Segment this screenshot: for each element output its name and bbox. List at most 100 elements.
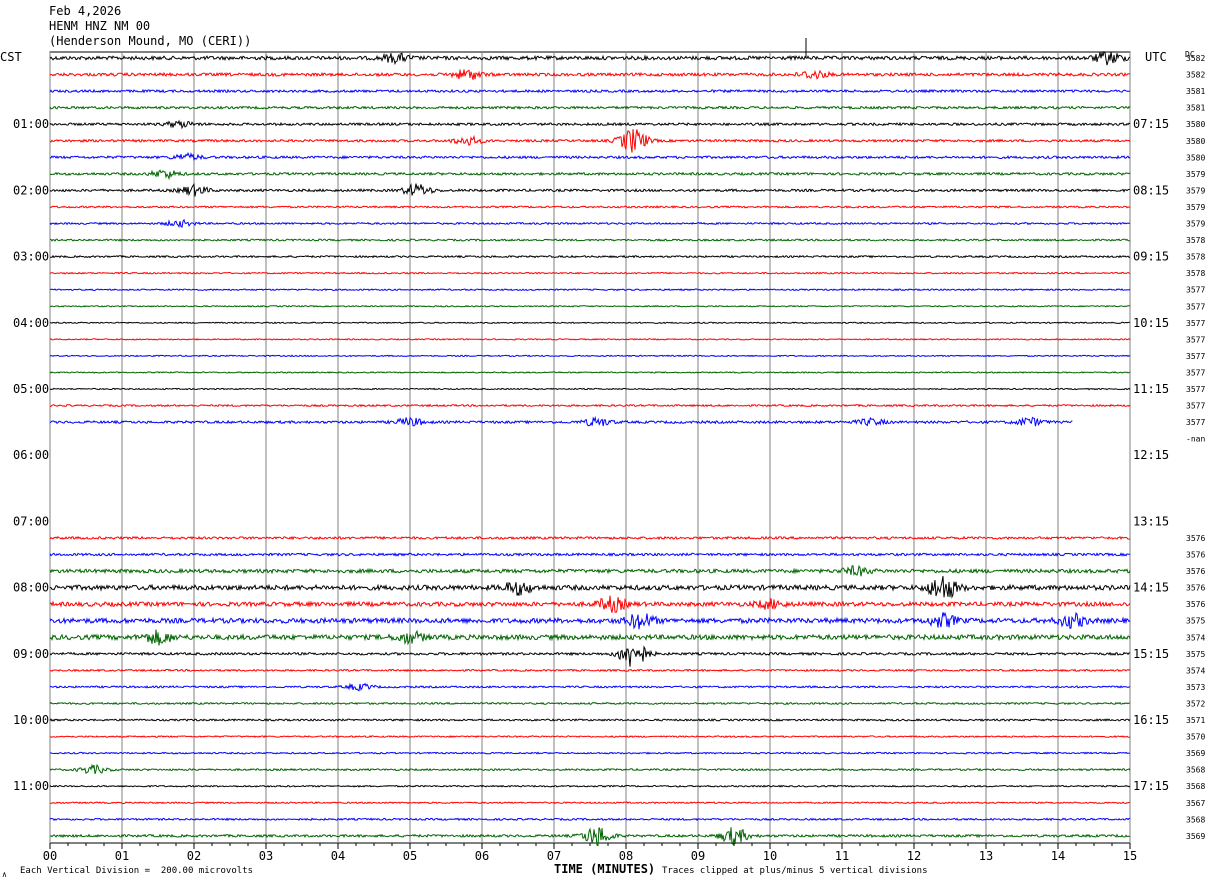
x-axis-title: TIME (MINUTES) [554,862,656,876]
seismic-trace [49,169,1131,181]
dc-value-label: 3577 [1186,335,1205,344]
dc-value-label: 3579 [1186,203,1205,212]
utc-hour-label: 17:15 [1133,779,1169,793]
dc-value-label: 3577 [1186,368,1205,377]
x-tick-label: 13 [979,849,993,863]
seismic-trace [49,218,1131,228]
utc-hour-label: 11:15 [1133,382,1169,396]
seismic-trace [49,338,1131,341]
x-tick-label: 00 [43,849,57,863]
seismic-trace [49,576,1131,599]
dc-value-label: 3582 [1186,71,1205,80]
seismic-trace [49,119,1131,130]
dc-value-label: 3576 [1186,534,1205,543]
clip-note: Traces clipped at plus/minus 5 vertical … [662,866,928,876]
seismic-trace [49,535,1130,541]
utc-hour-label: 10:15 [1133,316,1169,330]
dc-value-label: 3571 [1186,716,1205,725]
seismic-trace [49,763,1131,775]
dc-value-label: 3577 [1186,352,1205,361]
cst-hour-label: 01:00 [13,117,49,131]
dc-value-label: 3569 [1186,749,1205,758]
dc-value-label: 3576 [1186,567,1205,576]
dc-value-label: 3576 [1186,584,1205,593]
seismic-trace [49,682,1131,692]
utc-hour-label: 16:15 [1133,713,1169,727]
seismic-trace [49,271,1131,275]
dc-value-label: 3575 [1186,650,1205,659]
seismic-trace [49,403,1131,408]
utc-hour-label: 14:15 [1133,581,1169,595]
seismic-trace [49,182,1130,197]
cst-hour-label: 06:00 [13,448,49,462]
seismic-trace [49,668,1131,673]
cst-hour-label: 03:00 [13,250,49,264]
x-tick-label: 10 [763,849,777,863]
seismic-trace [49,321,1131,325]
utc-hour-label: 07:15 [1133,117,1169,131]
utc-hour-label: 15:15 [1133,647,1169,661]
seismic-trace [49,817,1131,822]
dc-value-label: 3580 [1186,120,1205,129]
seismic-trace [49,611,1131,630]
seismic-trace [49,304,1131,308]
utc-hour-label: 08:15 [1133,183,1169,197]
x-tick-label: 11 [835,849,849,863]
left-axis-label: CST [0,50,22,64]
x-tick-label: 04 [331,849,345,863]
plot-frame [49,51,1131,844]
corner-mark: ∧ [2,870,7,879]
seismic-trace [49,645,1131,667]
seismic-trace [49,415,1073,427]
dc-value-label: 3577 [1186,319,1205,328]
x-tick-label: 09 [691,849,705,863]
seismic-trace [49,564,1131,577]
x-tick-label: 05 [403,849,417,863]
x-tick-label: 02 [187,849,201,863]
dc-value-label: 3577 [1186,402,1205,411]
scale-note: Each Vertical Division = 200.00 microvol… [20,866,253,876]
seismic-trace [49,371,1131,374]
seismic-trace [49,129,1131,153]
dc-value-label: 3581 [1186,104,1205,113]
helicorder-plot: 00 01 02 03 04 05 06 07 08 09 10 11 12 13 14 15CST UTC DC… [0,38,1205,863]
x-tick-label: 12 [907,849,921,863]
dc-value-label: 3578 [1186,269,1205,278]
cst-hour-label: 09:00 [13,647,49,661]
cst-hour-label: 07:00 [13,514,49,528]
dc-value-label: 3578 [1186,236,1205,245]
seismic-trace [50,254,1131,259]
dc-value-label: 3575 [1186,617,1205,626]
x-tick-label: 01 [115,849,129,863]
dc-value-label: 3581 [1186,87,1205,96]
seismic-trace [49,151,1131,162]
dc-value-label: 3579 [1186,186,1205,195]
dc-value-label: 3579 [1186,220,1205,229]
dc-value-label: 3582 [1186,54,1205,63]
seismic-trace [49,751,1131,755]
dc-value-label: 3569 [1186,832,1205,841]
dc-value-label: 3574 [1186,666,1205,675]
dc-value-label: 3580 [1186,153,1205,162]
seismic-trace [49,69,1131,80]
seismic-trace [49,354,1131,358]
dc-value-label: 3577 [1186,385,1205,394]
x-tick-label: 06 [475,849,489,863]
x-tick-label: 14 [1051,849,1065,863]
seismic-trace [49,288,1131,292]
seismic-trace [49,238,1131,242]
seismic-trace [49,205,1131,209]
right-axis-label: UTC [1145,50,1167,64]
dc-value-label: 3568 [1186,782,1205,791]
cst-hour-label: 02:00 [13,183,49,197]
seismic-trace [49,629,1131,646]
dc-value-label: 3570 [1186,733,1205,742]
seismic-trace [49,50,1131,66]
seismic-trace [49,735,1131,739]
dc-value-label: 3579 [1186,170,1205,179]
dc-value-label: 3577 [1186,418,1205,427]
dc-value-label: 3568 [1186,815,1205,824]
seismic-trace [49,105,1131,110]
utc-hour-label: 13:15 [1133,514,1169,528]
cst-hour-label: 05:00 [13,382,49,396]
